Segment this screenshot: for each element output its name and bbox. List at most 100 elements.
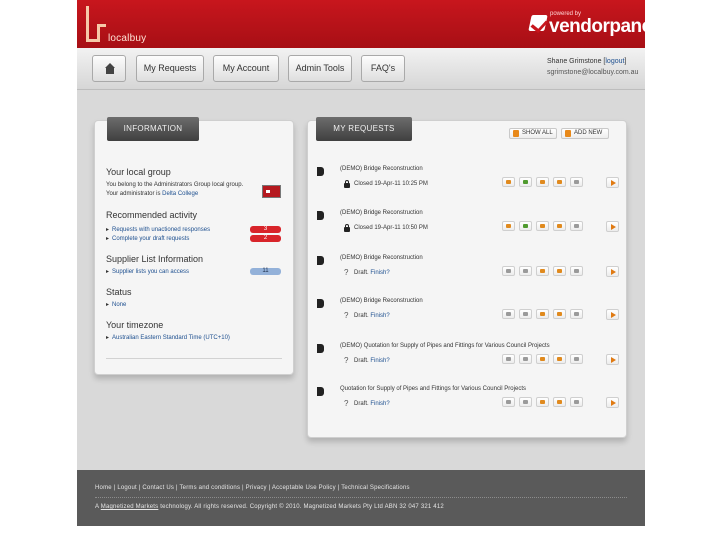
status-title: Status [106,287,132,297]
magnifier-icon[interactable] [502,397,515,407]
administrator-text: Your administrator is Delta College [106,191,199,197]
chart-icon[interactable] [570,177,583,187]
app-frame: localbuy powered by vendorpanel My Reque… [77,0,645,526]
draft-requests-link[interactable]: Complete your draft requests [106,235,189,242]
nav-bar: My Requests My Account Admin Tools FAQ's… [77,48,645,90]
nav-admin-tools[interactable]: Admin Tools [288,55,352,82]
home-button[interactable] [92,55,126,82]
finish-link[interactable]: Finish? [370,270,389,276]
edit-icon[interactable] [536,397,549,407]
edit-icon[interactable] [536,266,549,276]
supplier-list-title: Supplier List Information [106,254,204,264]
open-request-arrow-icon[interactable] [606,266,619,277]
people-icon[interactable] [519,177,532,187]
footer-link[interactable]: Technical Specifications [341,485,410,491]
magnifier-icon[interactable] [502,354,515,364]
supplier-count-badge[interactable]: 11 [250,268,281,275]
edit-icon[interactable] [536,177,549,187]
footer-links: Home | Logout | Contact Us | Terms and c… [95,485,410,491]
my-requests-panel: MY REQUESTS SHOW ALL ADD NEW (DEMO) Brid… [307,117,628,438]
medal-icon[interactable] [553,354,566,364]
unactioned-responses-link[interactable]: Requests with unactioned responses [106,226,210,233]
status-none-link[interactable]: None [106,301,126,308]
open-request-arrow-icon[interactable] [606,354,619,365]
nav-my-account[interactable]: My Account [213,55,279,82]
people-icon[interactable] [519,221,532,231]
open-request-arrow-icon[interactable] [606,177,619,188]
request-title[interactable]: (DEMO) Quotation for Supply of Pipes and… [340,343,550,349]
home-icon [105,63,115,74]
request-title[interactable]: Quotation for Supply of Pipes and Fittin… [340,386,526,392]
local-group-title: Your local group [106,167,171,177]
user-name: Shane Grimstone [547,58,602,65]
footer-link[interactable]: Contact Us [142,485,174,491]
request-marker-icon [317,211,324,220]
page: localbuy powered by vendorpanel My Reque… [0,0,720,540]
question-icon: ? [344,399,349,408]
medal-icon[interactable] [553,309,566,319]
magnifier-icon[interactable] [502,177,515,187]
chart-icon[interactable] [570,266,583,276]
chart-icon[interactable] [570,221,583,231]
timezone-link[interactable]: Australian Eastern Standard Time (UTC+10… [106,334,230,341]
medal-icon[interactable] [553,397,566,407]
divider [106,358,282,359]
people-icon[interactable] [519,309,532,319]
request-marker-icon [317,344,324,353]
request-marker-icon [317,299,324,308]
medal-icon[interactable] [553,266,566,276]
footer-link[interactable]: Home [95,485,112,491]
nav-faq[interactable]: FAQ's [361,55,405,82]
people-icon[interactable] [519,397,532,407]
medal-icon[interactable] [553,177,566,187]
request-row: (DEMO) Bridge Reconstruction? Draft. Fini… [308,255,628,285]
request-title[interactable]: (DEMO) Bridge Reconstruction [340,210,423,216]
show-all-button[interactable]: SHOW ALL [509,128,557,139]
request-title[interactable]: (DEMO) Bridge Reconstruction [340,255,423,261]
open-request-arrow-icon[interactable] [606,397,619,408]
footer-link[interactable]: Acceptable Use Policy [272,485,336,491]
administrator-link[interactable]: Delta College [162,191,198,197]
finish-link[interactable]: Finish? [370,358,389,364]
add-new-button[interactable]: ADD NEW [561,128,609,139]
unactioned-count-badge[interactable]: 3 [250,226,281,233]
footer-link[interactable]: Privacy [246,485,267,491]
request-title[interactable]: (DEMO) Bridge Reconstruction [340,166,423,172]
logo-text: localbuy [108,33,147,44]
my-requests-tab: MY REQUESTS [316,117,412,141]
medal-icon[interactable] [553,221,566,231]
footer-link[interactable]: Terms and conditions [179,485,240,491]
magnifier-icon[interactable] [502,309,515,319]
draft-count-badge[interactable]: 2 [250,235,281,242]
request-title[interactable]: (DEMO) Bridge Reconstruction [340,298,423,304]
edit-icon[interactable] [536,221,549,231]
edit-icon[interactable] [536,354,549,364]
chart-icon[interactable] [570,354,583,364]
footer-copyright: A Magnetized Markets technology. All rig… [95,504,444,510]
footer-link[interactable]: Logout [117,485,137,491]
request-row: (DEMO) Bridge Reconstruction Closed 19-Ap… [308,166,628,196]
request-marker-icon [317,387,324,396]
magnifier-icon[interactable] [502,266,515,276]
people-icon[interactable] [519,354,532,364]
request-status: Draft. Finish? [354,313,390,319]
header: localbuy powered by vendorpanel [77,0,645,48]
chart-icon[interactable] [570,397,583,407]
open-request-arrow-icon[interactable] [606,309,619,320]
edit-icon[interactable] [536,309,549,319]
localbuy-logo-icon[interactable] [86,6,108,42]
magnifier-icon[interactable] [502,221,515,231]
people-icon[interactable] [519,266,532,276]
magnetized-markets-link[interactable]: Magnetized Markets [101,504,159,510]
request-status: Draft. Finish? [354,358,390,364]
finish-link[interactable]: Finish? [370,401,389,407]
chart-icon[interactable] [570,309,583,319]
open-request-arrow-icon[interactable] [606,221,619,232]
finish-link[interactable]: Finish? [370,313,389,319]
nav-my-requests[interactable]: My Requests [136,55,204,82]
timezone-title: Your timezone [106,320,164,330]
information-tab: INFORMATION [107,117,199,141]
request-actions [502,397,606,407]
logout-link[interactable]: logout [605,58,624,65]
supplier-lists-link[interactable]: Supplier lists you can access [106,268,189,275]
